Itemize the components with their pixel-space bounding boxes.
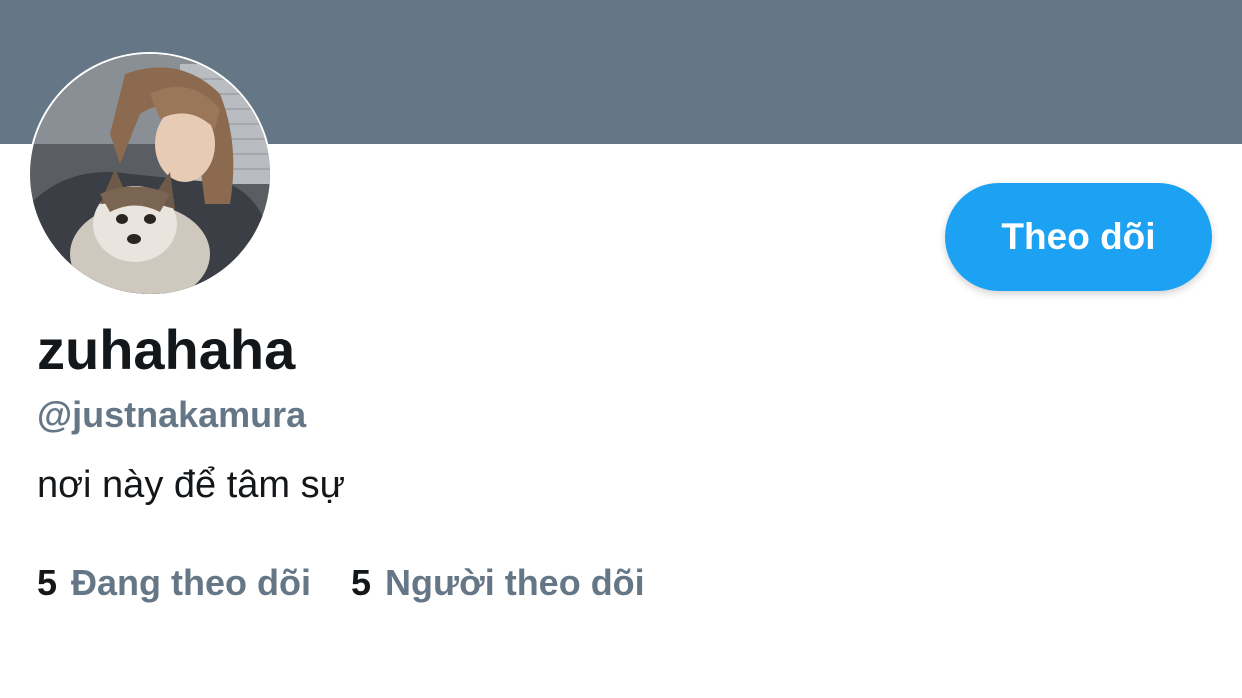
follow-button[interactable]: Theo dõi: [945, 183, 1212, 291]
profile-page: Theo dõi zuhahaha @justnakamura nơi này …: [0, 0, 1242, 698]
username-handle: @justnakamura: [37, 394, 307, 435]
avatar[interactable]: [28, 52, 272, 296]
avatar-photo: [30, 54, 270, 294]
profile-stats: 5 Đang theo dõi 5 Người theo dõi: [37, 565, 645, 601]
display-name: zuhahaha: [37, 318, 296, 381]
following-label: Đang theo dõi: [71, 562, 312, 603]
following-link[interactable]: 5 Đang theo dõi: [37, 565, 311, 601]
followers-link[interactable]: 5 Người theo dõi: [351, 565, 645, 601]
following-count: 5: [37, 562, 58, 603]
followers-label: Người theo dõi: [385, 562, 645, 603]
profile-bio: nơi này để tâm sự: [37, 464, 346, 506]
followers-count: 5: [351, 562, 372, 603]
